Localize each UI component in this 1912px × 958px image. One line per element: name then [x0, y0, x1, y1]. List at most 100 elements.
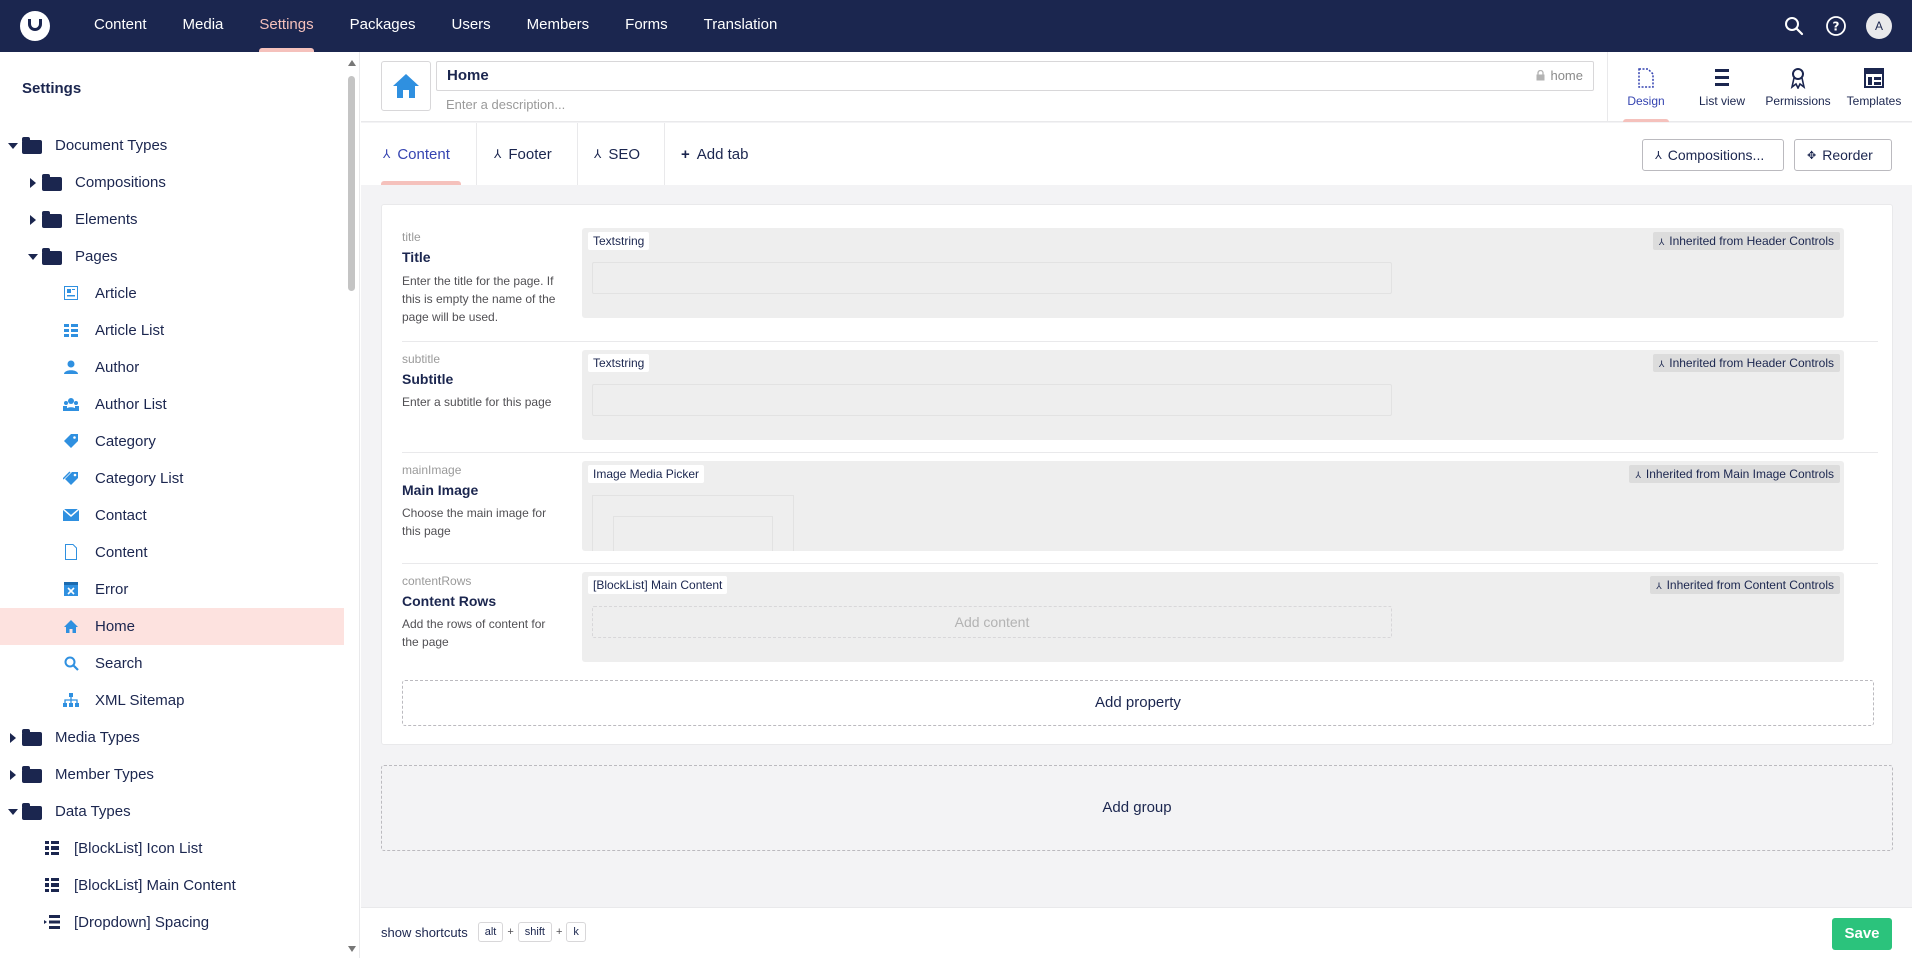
- sidebar-item-content[interactable]: Content: [0, 534, 344, 571]
- sidebar-item-error[interactable]: Error: [0, 571, 344, 608]
- doctype-alias[interactable]: home: [1536, 62, 1583, 90]
- sidebar-item-article-list[interactable]: Article List: [0, 312, 344, 349]
- sidebar-scrollbar[interactable]: [344, 52, 359, 958]
- move-icon: ✥: [1807, 149, 1817, 162]
- caret-right-icon[interactable]: [30, 215, 36, 225]
- tab-separator: [476, 123, 477, 185]
- list-view-button[interactable]: List view: [1684, 52, 1760, 122]
- list-icon: [63, 322, 79, 338]
- caret-down-icon[interactable]: [8, 143, 18, 149]
- sidebar-item-author[interactable]: Author: [0, 349, 344, 386]
- sidebar-item-contact[interactable]: Contact: [0, 497, 344, 534]
- caret-right-icon[interactable]: [30, 178, 36, 188]
- caret-down-icon[interactable]: [8, 809, 18, 815]
- property-main-image[interactable]: mainImage Main Image Choose the main ima…: [402, 453, 1878, 563]
- scroll-thumb[interactable]: [348, 76, 355, 291]
- scroll-up-icon[interactable]: [348, 60, 356, 66]
- sidebar-item-label: [Dropdown] Spacing: [74, 914, 210, 931]
- save-button[interactable]: Save: [1832, 918, 1892, 950]
- dropdown-icon: [44, 914, 60, 930]
- reorder-button[interactable]: ✥ Reorder: [1794, 139, 1892, 171]
- property-editor-preview[interactable]: Image Media Picker ⅄ Inherited from Main …: [582, 461, 1844, 551]
- property-content-rows[interactable]: contentRows Content Rows Add the rows of…: [402, 564, 1878, 674]
- nav-forms[interactable]: Forms: [607, 0, 686, 52]
- editor-type-label: [BlockList] Main Content: [588, 576, 728, 594]
- user-avatar[interactable]: A: [1866, 13, 1892, 39]
- sidebar-item-member-types[interactable]: Member Types: [0, 756, 344, 793]
- list-view-label: List view: [1698, 94, 1745, 108]
- property-alias: subtitle: [402, 352, 441, 366]
- sidebar-item-article[interactable]: Article: [0, 275, 344, 312]
- permissions-label: Permissions: [1765, 94, 1831, 108]
- caret-right-icon[interactable]: [10, 770, 16, 780]
- help-icon[interactable]: ?: [1824, 14, 1848, 38]
- sidebar-item-category-list[interactable]: Category List: [0, 460, 344, 497]
- sidebar-item-pages[interactable]: Pages: [0, 238, 344, 275]
- tab-bar: ⅄ Content ⅄ Footer ⅄ SEO + Add tab ⅄ Composit…: [361, 123, 1912, 185]
- sidebar-item-elements[interactable]: Elements: [0, 201, 344, 238]
- nav-media[interactable]: Media: [165, 0, 242, 52]
- tab-seo[interactable]: ⅄ SEO: [594, 123, 640, 185]
- templates-button[interactable]: Templates: [1836, 52, 1912, 122]
- sidebar-item-label: Data Types: [55, 803, 131, 820]
- scroll-down-icon[interactable]: [348, 946, 356, 952]
- sidebar-item-category[interactable]: Category: [0, 423, 344, 460]
- folder-icon: [22, 137, 42, 154]
- tab-separator: [577, 123, 578, 185]
- design-view-button[interactable]: Design: [1608, 52, 1684, 122]
- sidebar-item-data-types[interactable]: Data Types: [0, 793, 344, 830]
- sidebar-item-blocklist-main-content[interactable]: [BlockList] Main Content: [0, 867, 344, 904]
- key-alt: alt: [477, 922, 504, 942]
- sidebar-item-home[interactable]: Home: [0, 608, 344, 645]
- doctype-icon-picker[interactable]: [381, 61, 431, 111]
- tab-footer[interactable]: ⅄ Footer: [494, 123, 552, 185]
- property-title[interactable]: title Title Enter the title for the page…: [402, 205, 1878, 335]
- sidebar-item-compositions[interactable]: Compositions: [0, 164, 344, 201]
- caret-right-icon[interactable]: [10, 733, 16, 743]
- nav-packages[interactable]: Packages: [332, 0, 434, 52]
- sidebar-item-label: Error: [95, 581, 129, 598]
- property-alias: mainImage: [402, 463, 462, 477]
- sidebar-item-blocklist-icon-list[interactable]: [BlockList] Icon List: [0, 830, 344, 867]
- textstring-preview: [592, 384, 1392, 416]
- nav-settings[interactable]: Settings: [241, 0, 331, 52]
- umbraco-logo-icon[interactable]: [20, 11, 50, 41]
- doctype-name-input[interactable]: Home home: [436, 61, 1594, 91]
- property-subtitle[interactable]: subtitle Subtitle Enter a subtitle for t…: [402, 342, 1878, 452]
- property-editor-preview[interactable]: Textstring ⅄ Inherited from Header Contro…: [582, 350, 1844, 440]
- description-input[interactable]: Enter a description...: [446, 96, 565, 114]
- sidebar-item-label: Author: [95, 359, 140, 376]
- design-label: Design: [1627, 94, 1665, 108]
- nav-members[interactable]: Members: [509, 0, 608, 52]
- add-property-button[interactable]: Add property: [402, 680, 1874, 726]
- add-group-button[interactable]: Add group: [381, 765, 1893, 851]
- nav-translation[interactable]: Translation: [686, 0, 796, 52]
- nav-content[interactable]: Content: [76, 0, 165, 52]
- property-editor-preview[interactable]: Textstring ⅄ Inherited from Header Contro…: [582, 228, 1844, 318]
- sidebar-item-search[interactable]: Search: [0, 645, 344, 682]
- property-editor-preview[interactable]: [BlockList] Main Content ⅄ Inherited from…: [582, 572, 1844, 662]
- add-tab-button[interactable]: + Add tab: [681, 123, 748, 185]
- users-icon: [63, 396, 79, 412]
- sidebar-item-media-types[interactable]: Media Types: [0, 719, 344, 756]
- tags-icon: [63, 470, 79, 486]
- add-tab-label: Add tab: [696, 145, 749, 163]
- sidebar-title: Settings: [22, 80, 82, 97]
- sidebar-item-label: Contact: [95, 507, 147, 524]
- compositions-button[interactable]: ⅄ Compositions...: [1642, 139, 1784, 171]
- folder-icon: [42, 211, 62, 228]
- key-k: k: [566, 922, 586, 942]
- property-description: Add the rows of content for the page: [402, 617, 546, 649]
- caret-down-icon[interactable]: [28, 254, 38, 260]
- sidebar-item-dropdown-spacing[interactable]: [Dropdown] Spacing: [0, 904, 344, 941]
- sidebar-item-label: Article: [95, 285, 137, 302]
- sidebar-item-author-list[interactable]: Author List: [0, 386, 344, 423]
- permissions-button[interactable]: Permissions: [1760, 52, 1836, 122]
- sitemap-icon: [63, 692, 79, 708]
- nav-users[interactable]: Users: [433, 0, 508, 52]
- tab-content[interactable]: ⅄ Content: [381, 123, 461, 185]
- search-icon[interactable]: [1782, 14, 1806, 38]
- sidebar-item-xml-sitemap[interactable]: XML Sitemap: [0, 682, 344, 719]
- shortcuts-hint[interactable]: show shortcuts alt + shift + k: [381, 922, 590, 942]
- sidebar-item-document-types[interactable]: Document Types: [0, 127, 344, 164]
